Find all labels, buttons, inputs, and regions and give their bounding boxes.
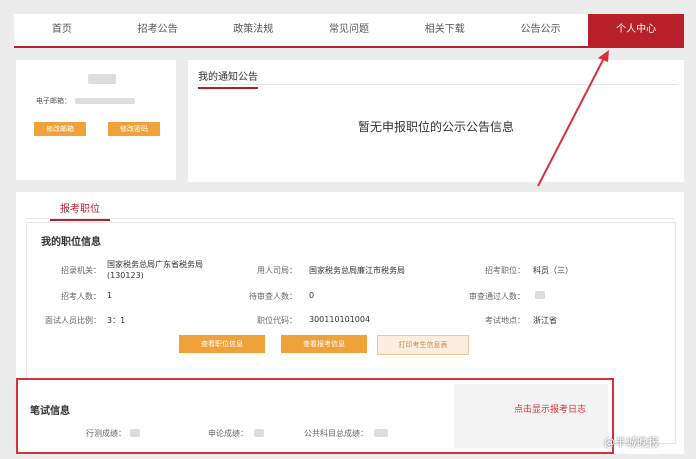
arrow-line xyxy=(537,57,605,187)
annotation-arrow xyxy=(537,50,609,187)
source-watermark: @羊城晚报 xyxy=(604,436,659,449)
